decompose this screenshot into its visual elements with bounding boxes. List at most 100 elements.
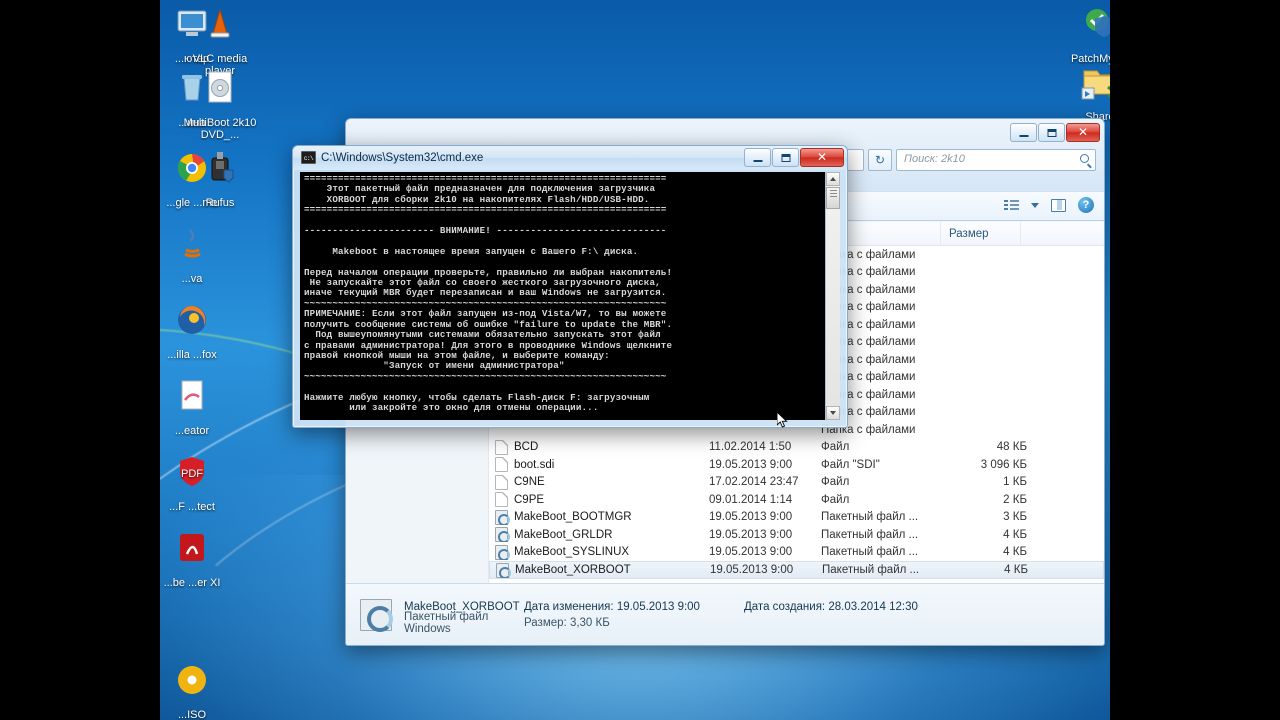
cmd-title-text: C:\Windows\System32\cmd.exe	[321, 151, 484, 164]
cell-type: Пакетный файл ...	[821, 528, 919, 541]
scrollbar-thumb[interactable]	[826, 187, 840, 209]
ultraiso-icon	[150, 660, 234, 706]
cell-type: Файл	[821, 493, 850, 506]
detail-created: Дата создания: 28.03.2014 12:30	[744, 601, 918, 613]
explorer-maximize-button[interactable]	[1038, 123, 1065, 142]
search-placeholder: Поиск: 2k10	[904, 153, 965, 165]
cell-date: 19.05.2013 9:00	[710, 564, 794, 576]
desktop-icon-label: ...va	[181, 273, 203, 285]
letterbox-right	[1110, 0, 1280, 720]
adobe-reader-icon	[150, 528, 234, 574]
cell-size: 48 КБ	[996, 441, 1027, 454]
cell-name: MakeBoot_GRLDR	[495, 527, 709, 543]
table-row[interactable]: C9PE 09.01.2014 1:14 Файл 2 КБ	[489, 491, 1104, 509]
table-row[interactable]: MakeBoot_GRLDR 19.05.2013 9:00 Пакетный фа…	[489, 526, 1104, 544]
desktop-icon[interactable]: ...ISO	[150, 660, 234, 720]
scroll-up-arrow[interactable]	[826, 172, 840, 186]
cell-name: MakeBoot_SYSLINUX	[495, 544, 709, 560]
detail-modified-label: Дата изменения:	[524, 600, 614, 613]
file-name: BCD	[514, 441, 539, 454]
desktop-icon[interactable]: ...illa ...fox	[150, 300, 234, 361]
detail-size-value: 3,30 КБ	[569, 616, 610, 629]
blank-file-icon	[495, 492, 508, 508]
cell-name: C9NE	[495, 474, 709, 490]
cmd-title-area: c:\ C:\Windows\System32\cmd.exe	[301, 151, 483, 164]
cmd-icon: c:\	[301, 151, 316, 164]
screen: ...ютер VLC media player ...ина MultiBoot 2…	[0, 0, 1280, 720]
table-row[interactable]: MakeBoot_SYSLINUX 19.05.2013 9:00 Пакетный…	[489, 544, 1104, 562]
cmd-maximize-button[interactable]	[772, 148, 799, 167]
cell-size: 2 КБ	[1003, 493, 1027, 506]
cell-size: 4 КБ	[1003, 546, 1027, 559]
desktop-icon[interactable]: ...eator	[150, 376, 234, 437]
desktop-icon[interactable]: Rufus	[178, 148, 262, 209]
console-scrollbar[interactable]	[825, 172, 840, 420]
desktop-icon[interactable]: ...be ...er XI	[150, 528, 234, 589]
detail-size-label: Размер:	[524, 616, 567, 629]
table-row[interactable]: MakeBoot_XORBOOT 19.05.2013 9:00 Пакетный …	[489, 561, 1104, 579]
cell-name: MakeBoot_XORBOOT	[496, 562, 710, 578]
search-input[interactable]: Поиск: 2k10	[896, 149, 1096, 171]
desktop-icon[interactable]: MultiBoot 2k10 DVD_...	[178, 68, 262, 141]
file-name: MakeBoot_SYSLINUX	[514, 546, 630, 559]
detail-modified: Дата изменения: 19.05.2013 9:00	[524, 601, 744, 613]
desktop-icon-label: MultiBoot 2k10 DVD_...	[183, 117, 257, 141]
file-name: MakeBoot_XORBOOT	[515, 564, 631, 576]
cell-type: Пакетный файл ...	[821, 511, 919, 524]
table-row[interactable]: MakeBoot_BOOTMGR 19.05.2013 9:00 Пакетный …	[489, 509, 1104, 527]
change-view-icon[interactable]	[1004, 199, 1019, 212]
cell-date: 19.05.2013 9:00	[709, 546, 793, 559]
desktop-icon[interactable]: PDF ...F ...tect	[150, 452, 234, 513]
explorer-minimize-button[interactable]	[1010, 123, 1037, 142]
cell-name: boot.sdi	[495, 457, 709, 473]
cmd-titlebar[interactable]: c:\ C:\Windows\System32\cmd.exe ✕	[293, 146, 847, 170]
blank-file-icon	[495, 474, 508, 490]
cell-size: 3 096 КБ	[980, 458, 1027, 471]
blank-file-icon	[495, 457, 508, 473]
detail-created-label: Дата создания:	[744, 600, 826, 613]
batch-file-icon	[360, 598, 393, 632]
iso-disc-icon	[178, 68, 262, 114]
console-output-area[interactable]: ========================================…	[300, 172, 840, 420]
column-header-size[interactable]: Размер	[941, 222, 1021, 246]
command-prompt-window[interactable]: c:\ C:\Windows\System32\cmd.exe ✕ ======…	[292, 145, 848, 428]
desktop-icon-label: ...be ...er XI	[163, 577, 221, 589]
refresh-icon[interactable]: ↻	[868, 149, 892, 171]
detail-size: Размер: 3,30 КБ	[524, 617, 744, 629]
cell-date: 17.02.2014 23:47	[709, 476, 799, 489]
cmd-close-button[interactable]: ✕	[800, 148, 844, 167]
blank-file-icon	[495, 439, 508, 455]
cell-size: 4 КБ	[1003, 528, 1027, 541]
cell-type: Файл "SDI"	[821, 458, 880, 471]
chevron-down-icon[interactable]	[1031, 202, 1039, 208]
details-text: MakeBoot_XORBOOT Дата изменения: 19.05.2…	[404, 599, 1090, 635]
java-icon	[150, 224, 234, 270]
pdf-protect-icon: PDF	[150, 452, 234, 498]
table-row[interactable]: BCD 11.02.2014 1:50 Файл 48 КБ	[489, 439, 1104, 457]
cell-size: 1 КБ	[1003, 476, 1027, 489]
usb-flash-icon	[178, 148, 262, 194]
detail-created-value: 28.03.2014 12:30	[828, 600, 918, 613]
cell-date: 19.05.2013 9:00	[709, 511, 793, 524]
help-icon[interactable]: ?	[1078, 197, 1094, 213]
vlc-icon	[178, 4, 262, 50]
svg-text:PDF: PDF	[181, 468, 203, 480]
desktop-icon[interactable]: VLC media player	[178, 4, 262, 77]
explorer-close-button[interactable]: ✕	[1066, 123, 1100, 142]
cell-type: Файл	[821, 476, 850, 489]
cmd-minimize-button[interactable]	[744, 148, 771, 167]
desktop-icon[interactable]: ...va	[150, 224, 234, 285]
pdf-creator-icon	[150, 376, 234, 422]
table-row[interactable]: C9NE 17.02.2014 23:47 Файл 1 КБ	[489, 474, 1104, 492]
batch-file-icon	[495, 527, 510, 543]
firefox-icon	[150, 300, 234, 346]
table-row[interactable]: boot.sdi 19.05.2013 9:00 Файл "SDI" 3 096 К…	[489, 456, 1104, 474]
desktop-icon-label: Rufus	[205, 197, 235, 209]
desktop-icon-label: ...illa ...fox	[167, 349, 217, 361]
desktop-icon-label: ...ISO	[177, 709, 207, 720]
explorer-window-buttons: ✕	[1010, 123, 1100, 142]
preview-pane-icon[interactable]	[1051, 198, 1066, 212]
cell-date: 11.02.2014 1:50	[709, 441, 792, 454]
scroll-down-arrow[interactable]	[826, 406, 840, 420]
cell-name: C9PE	[495, 492, 709, 508]
